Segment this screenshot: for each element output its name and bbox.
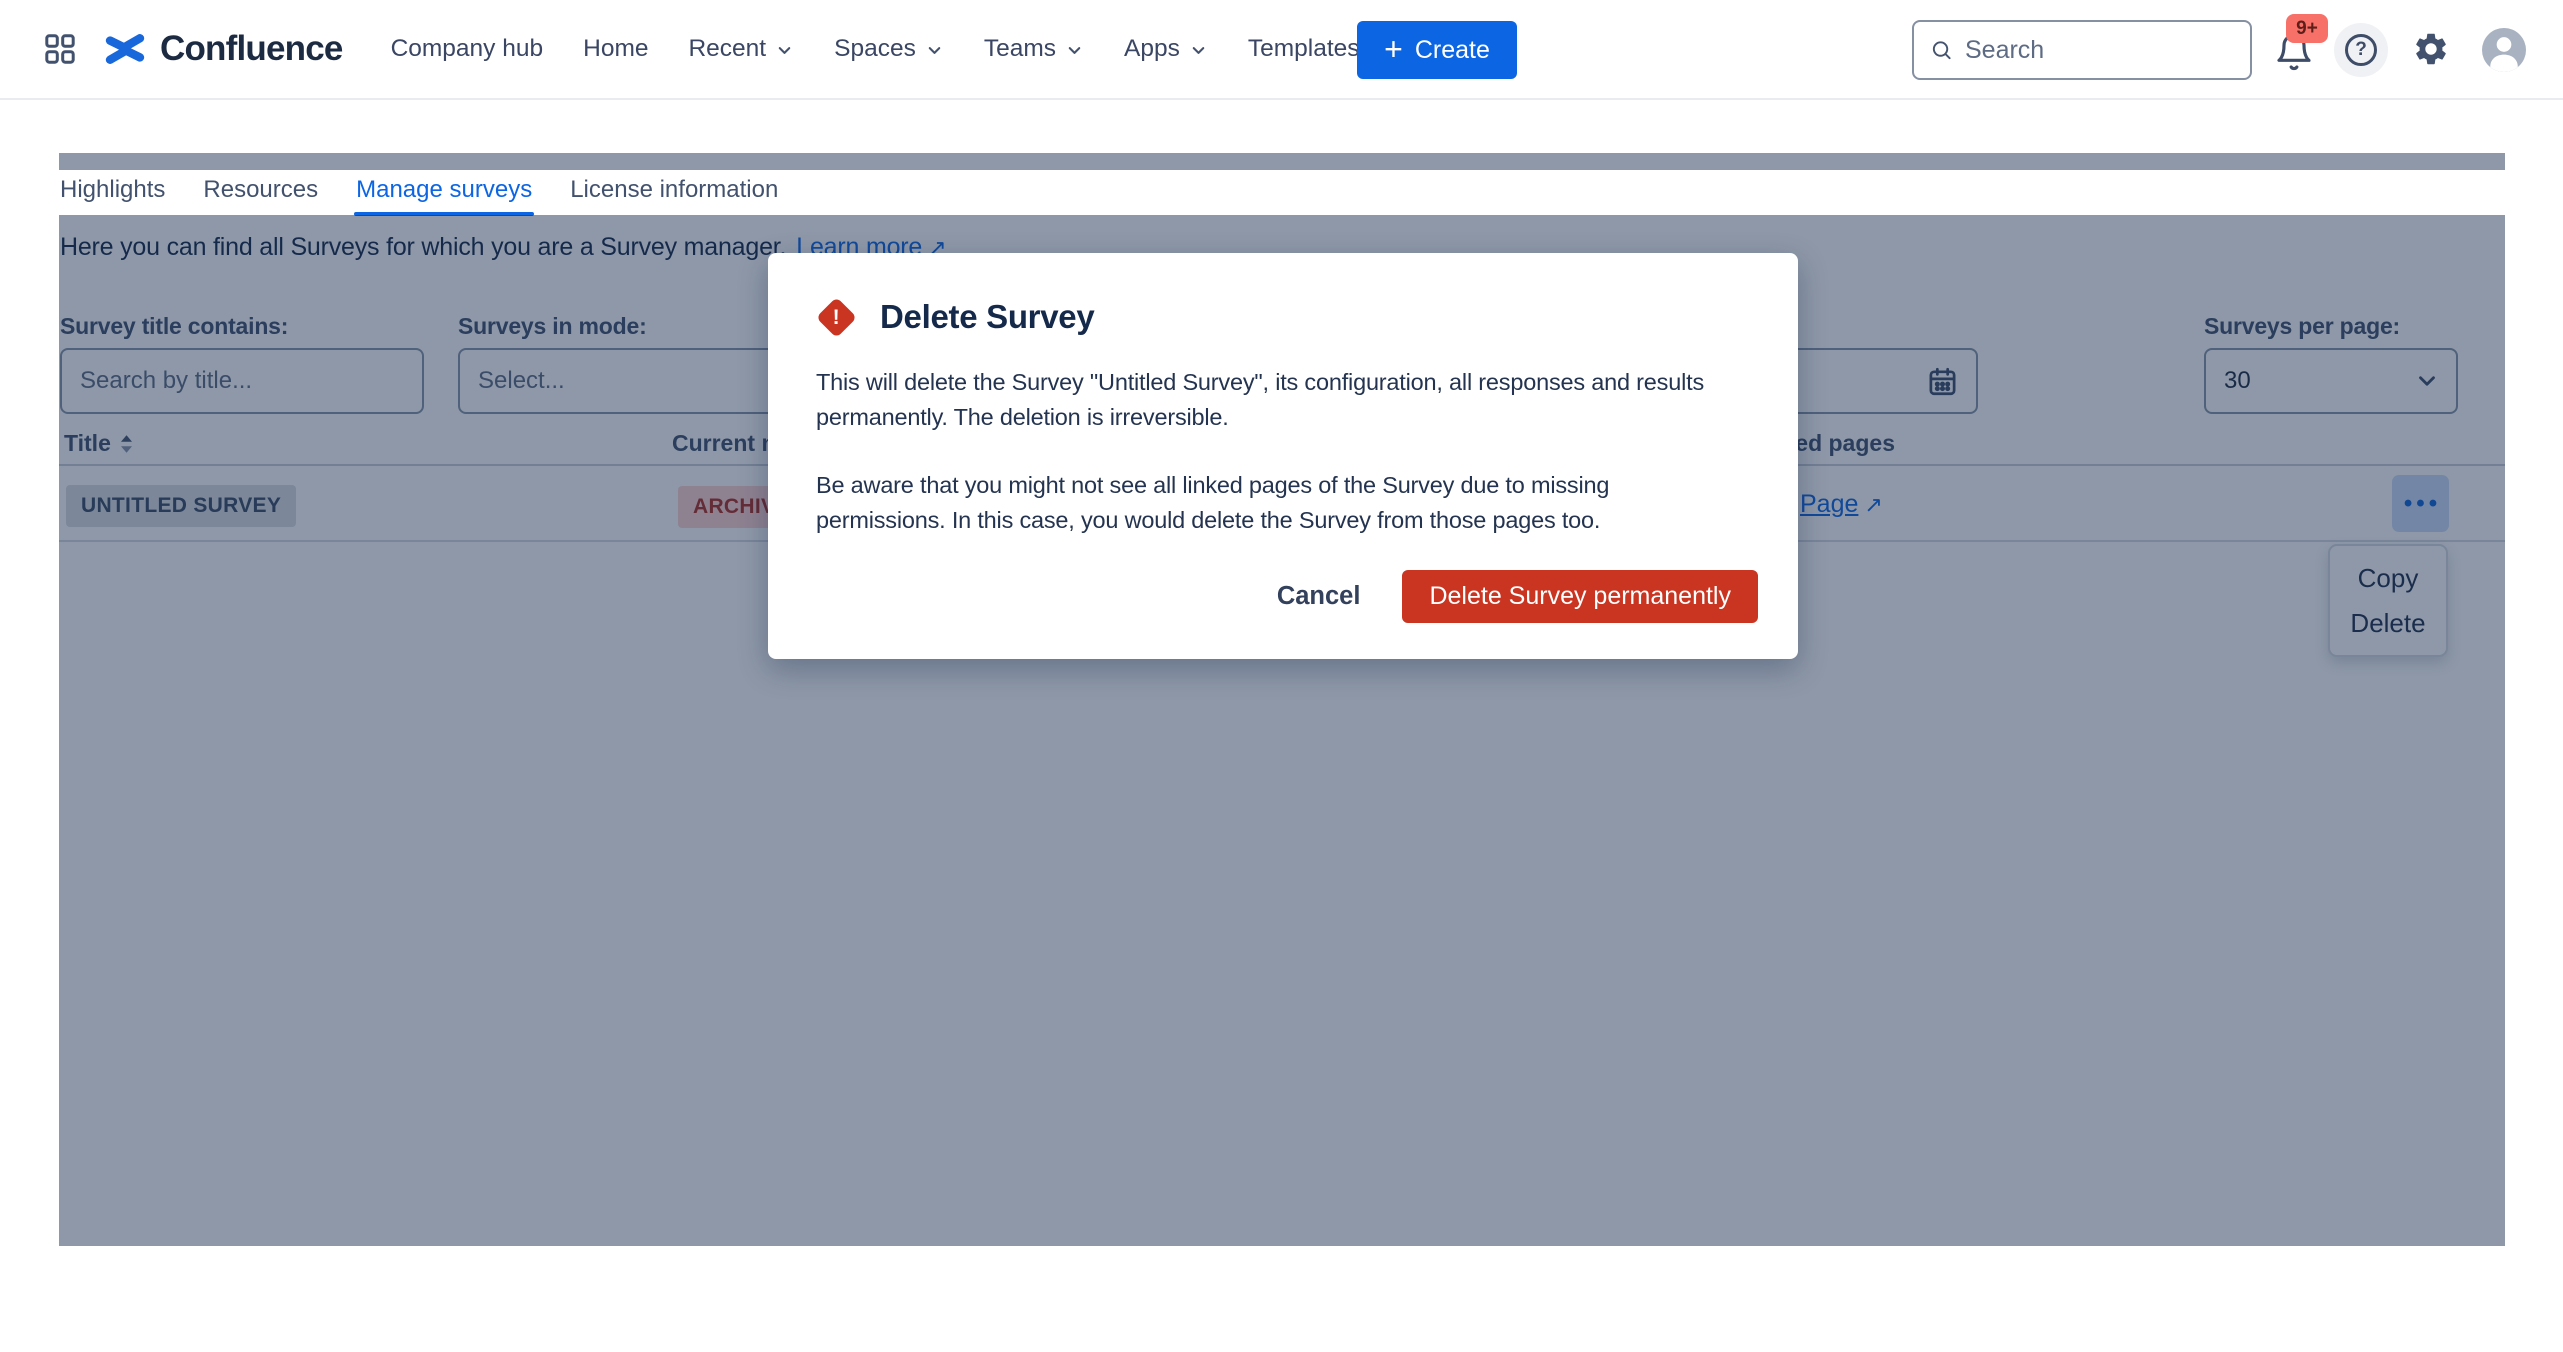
tab-highlights[interactable]: Highlights xyxy=(60,170,165,216)
chevron-down-icon xyxy=(775,41,794,60)
top-navigation-bar: Confluence Company hub Home Recent Space… xyxy=(0,0,2563,100)
delete-survey-modal: ! Delete Survey This will delete the Sur… xyxy=(768,253,1798,659)
survey-title-filter-input[interactable] xyxy=(80,367,404,395)
surveys-per-page-select[interactable]: 30 xyxy=(2204,348,2458,414)
search-input[interactable] xyxy=(1965,36,2234,65)
warning-icon: ! xyxy=(816,297,856,337)
filter-mode-label: Surveys in mode: xyxy=(458,313,647,340)
nav-item-templates[interactable]: Templates xyxy=(1248,35,1360,63)
page-tabs: Highlights Resources Manage surveys Lice… xyxy=(60,170,778,216)
cancel-button[interactable]: Cancel xyxy=(1277,582,1361,611)
modal-paragraph-2: Be aware that you might not see all link… xyxy=(816,468,1776,538)
nav-item-teams[interactable]: Teams xyxy=(984,35,1084,63)
delete-permanently-button[interactable]: Delete Survey permanently xyxy=(1402,570,1758,623)
survey-title-badge: UNTITLED SURVEY xyxy=(66,485,296,527)
chevron-down-icon xyxy=(925,41,944,60)
create-button[interactable]: + Create xyxy=(1357,21,1517,79)
select-placeholder: Select... xyxy=(478,367,565,395)
nav-item-spaces[interactable]: Spaces xyxy=(834,35,944,63)
nav-item-apps[interactable]: Apps xyxy=(1124,35,1208,63)
brand-wordmark[interactable]: Confluence xyxy=(160,29,343,69)
row-more-actions-button[interactable]: ••• xyxy=(2392,475,2449,532)
menu-item-copy[interactable]: Copy xyxy=(2358,565,2419,591)
chevron-down-icon xyxy=(2414,368,2440,394)
help-button[interactable]: ? xyxy=(2334,23,2388,77)
row-actions-menu: Copy Delete xyxy=(2328,544,2448,657)
notification-count-badge[interactable]: 9+ xyxy=(2286,14,2328,43)
menu-item-delete[interactable]: Delete xyxy=(2350,610,2425,636)
primary-nav: Company hub Home Recent Spaces Teams App… xyxy=(391,35,1360,63)
ellipsis-icon: ••• xyxy=(2404,490,2441,518)
tab-license-information[interactable]: License information xyxy=(570,170,778,216)
confluence-logo-icon[interactable] xyxy=(102,26,148,72)
user-avatar[interactable] xyxy=(2482,28,2526,72)
filter-title-label: Survey title contains: xyxy=(60,313,288,340)
modal-overlay-strip xyxy=(59,153,2505,170)
sort-icon xyxy=(119,433,134,455)
question-mark-icon: ? xyxy=(2345,34,2377,66)
per-page-value: 30 xyxy=(2224,367,2251,395)
search-icon xyxy=(1930,37,1953,63)
chevron-down-icon xyxy=(1189,41,1208,60)
chevron-down-icon xyxy=(1065,41,1084,60)
filter-title-input-wrap xyxy=(60,348,424,414)
modal-title: Delete Survey xyxy=(880,298,1094,336)
settings-gear-icon[interactable] xyxy=(2412,30,2450,68)
calendar-icon xyxy=(1927,366,1958,397)
tab-manage-surveys[interactable]: Manage surveys xyxy=(356,170,532,216)
filter-per-page-label: Surveys per page: xyxy=(2204,313,2400,340)
nav-item-recent[interactable]: Recent xyxy=(688,35,794,63)
nav-item-company-hub[interactable]: Company hub xyxy=(391,35,544,63)
external-link-icon: ↗ xyxy=(1864,492,1882,518)
linked-page-link[interactable]: Page↗ xyxy=(1800,490,1883,519)
tab-resources[interactable]: Resources xyxy=(203,170,318,216)
app-switcher-icon[interactable] xyxy=(42,31,78,67)
nav-item-home[interactable]: Home xyxy=(583,35,648,63)
modal-paragraph-1: This will delete the Survey "Untitled Su… xyxy=(816,365,1776,435)
global-search[interactable] xyxy=(1912,20,2252,80)
column-header-title[interactable]: Title xyxy=(64,430,134,457)
